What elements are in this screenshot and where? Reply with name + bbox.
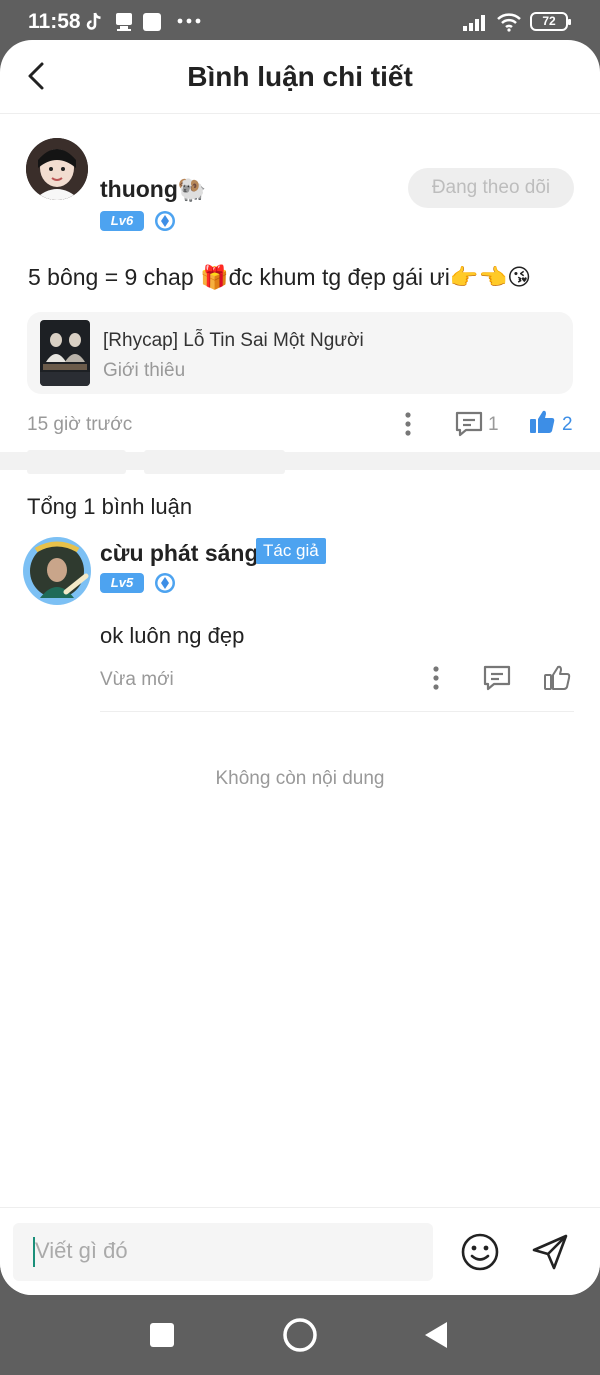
comment-icon[interactable] <box>454 410 484 438</box>
signal-icon <box>463 15 485 31</box>
section-divider <box>0 452 600 470</box>
like-outline-icon[interactable] <box>542 663 572 693</box>
back-nav-icon[interactable] <box>422 1320 450 1350</box>
following-button[interactable]: Đang theo dõi <box>408 168 574 208</box>
wifi-icon <box>497 13 521 32</box>
book-title: [Rhycap] Lỗ Tin Sai Một Người <box>103 330 364 351</box>
reply-icon[interactable] <box>482 664 512 692</box>
app-window: Bình luận chi tiết thuong🐏 Lv6 Đang theo… <box>0 40 600 1295</box>
more-options-icon[interactable] <box>398 411 418 437</box>
home-icon[interactable] <box>282 1317 318 1353</box>
comment-time: Vừa mới <box>100 669 174 690</box>
system-nav-bar <box>0 1295 600 1375</box>
battery-indicator: 72 <box>530 12 571 31</box>
comment-total: Tổng 1 bình luận <box>27 494 193 519</box>
author-tag: Tác giả <box>256 538 326 564</box>
status-time: 11:58 <box>28 10 81 33</box>
page-title: Bình luận chi tiết <box>187 61 413 92</box>
comment-input-bar: Viết gì đó <box>0 1207 600 1295</box>
post-author-avatar[interactable] <box>26 138 88 200</box>
more-notifications-icon <box>177 18 201 24</box>
vip-gem-icon <box>155 573 175 593</box>
comment-input[interactable]: Viết gì đó <box>13 1223 433 1281</box>
commenter-name[interactable]: cừu phát sáng <box>100 540 259 567</box>
end-of-content-label: Không còn nội dung <box>215 768 385 789</box>
post-time: 15 giờ trước <box>27 414 133 435</box>
comment-divider <box>100 711 574 712</box>
level-badge: Lv6 <box>100 211 144 231</box>
vip-gem-icon <box>155 211 175 231</box>
comment-more-options-icon[interactable] <box>426 665 446 691</box>
like-count: 2 <box>562 414 573 435</box>
header: Bình luận chi tiết <box>0 40 600 114</box>
post-text: 5 bông = 9 chap 🎁đc khum tg đẹp gái ưi👉👈… <box>28 264 532 290</box>
comment-text: ok luôn ng đẹp <box>100 623 245 648</box>
book-cover-image <box>40 320 90 386</box>
like-filled-icon[interactable] <box>528 408 556 436</box>
send-icon[interactable] <box>530 1232 570 1272</box>
emoji-icon[interactable] <box>460 1232 500 1272</box>
avatar-image <box>23 537 91 605</box>
book-link-card[interactable]: [Rhycap] Lỗ Tin Sai Một Người Giới thiêu <box>27 312 573 394</box>
square-notification-icon <box>143 13 161 31</box>
tiktok-icon <box>86 12 101 30</box>
avatar-image <box>26 138 88 200</box>
status-bar: 11:58 72 <box>0 0 600 44</box>
commenter-avatar[interactable] <box>22 536 92 606</box>
post-author-name[interactable]: thuong🐏 <box>100 176 207 203</box>
comment-count: 1 <box>488 414 499 435</box>
app-notification-icon <box>116 13 132 31</box>
book-subtitle: Giới thiêu <box>103 360 186 381</box>
recent-apps-icon[interactable] <box>149 1322 175 1348</box>
comment-input-placeholder: Viết gì đó <box>35 1238 128 1263</box>
level-badge: Lv5 <box>100 573 144 593</box>
